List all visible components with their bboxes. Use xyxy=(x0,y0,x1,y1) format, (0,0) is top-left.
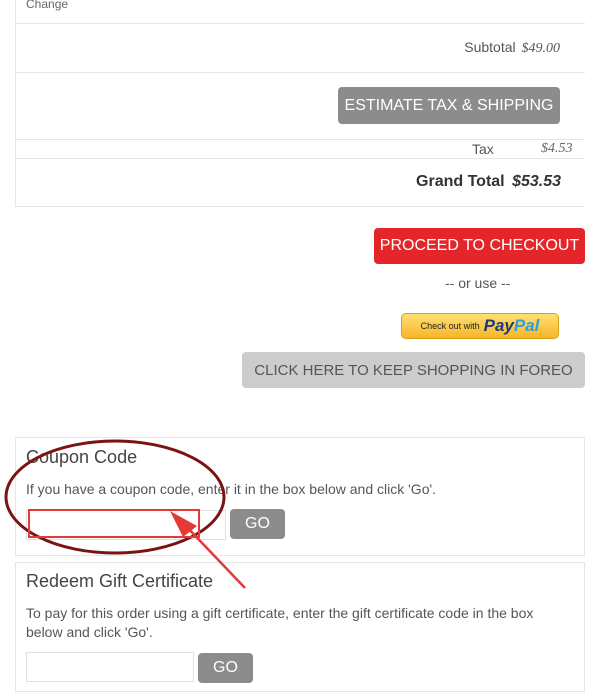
paypal-logo-pay: Pay xyxy=(483,316,514,335)
tax-value: $4.53 xyxy=(541,141,573,156)
divider xyxy=(15,158,585,159)
tax-label: Tax xyxy=(472,141,494,157)
paypal-checkout-button[interactable]: Check out with Pay Pal xyxy=(401,313,559,339)
gift-certificate-go-button[interactable]: GO xyxy=(198,653,253,683)
divider xyxy=(15,23,585,24)
gift-certificate-description: To pay for this order using a gift certi… xyxy=(26,605,534,640)
divider xyxy=(15,72,585,73)
or-use-text: -- or use -- xyxy=(445,275,511,291)
grand-total-value: $53.53 xyxy=(512,173,561,190)
keep-shopping-button[interactable]: CLICK HERE TO KEEP SHOPPING IN FOREO xyxy=(242,352,585,388)
divider xyxy=(15,139,585,140)
gift-certificate-title: Redeem Gift Certificate xyxy=(26,571,214,591)
subtotal-row: Subtotal $49.00 xyxy=(464,39,560,57)
coupon-code-input[interactable] xyxy=(26,510,226,540)
change-link[interactable]: Change xyxy=(26,0,68,11)
grand-total-label: Grand Total xyxy=(416,173,505,190)
paypal-caption: Check out with xyxy=(420,321,480,331)
proceed-to-checkout-button[interactable]: PROCEED TO CHECKOUT xyxy=(374,228,585,264)
coupon-go-button[interactable]: GO xyxy=(230,509,285,539)
grand-total-row: Grand Total $53.53 xyxy=(416,173,561,191)
subtotal-value: $49.00 xyxy=(521,41,561,56)
estimate-tax-shipping-button[interactable]: ESTIMATE TAX & SHIPPING xyxy=(338,87,560,124)
coupon-title: Coupon Code xyxy=(26,447,138,467)
coupon-description: If you have a coupon code, enter it in t… xyxy=(26,481,437,497)
gift-certificate-input[interactable] xyxy=(26,652,194,682)
paypal-logo-pal: Pal xyxy=(513,316,540,335)
subtotal-label: Subtotal xyxy=(464,39,516,55)
